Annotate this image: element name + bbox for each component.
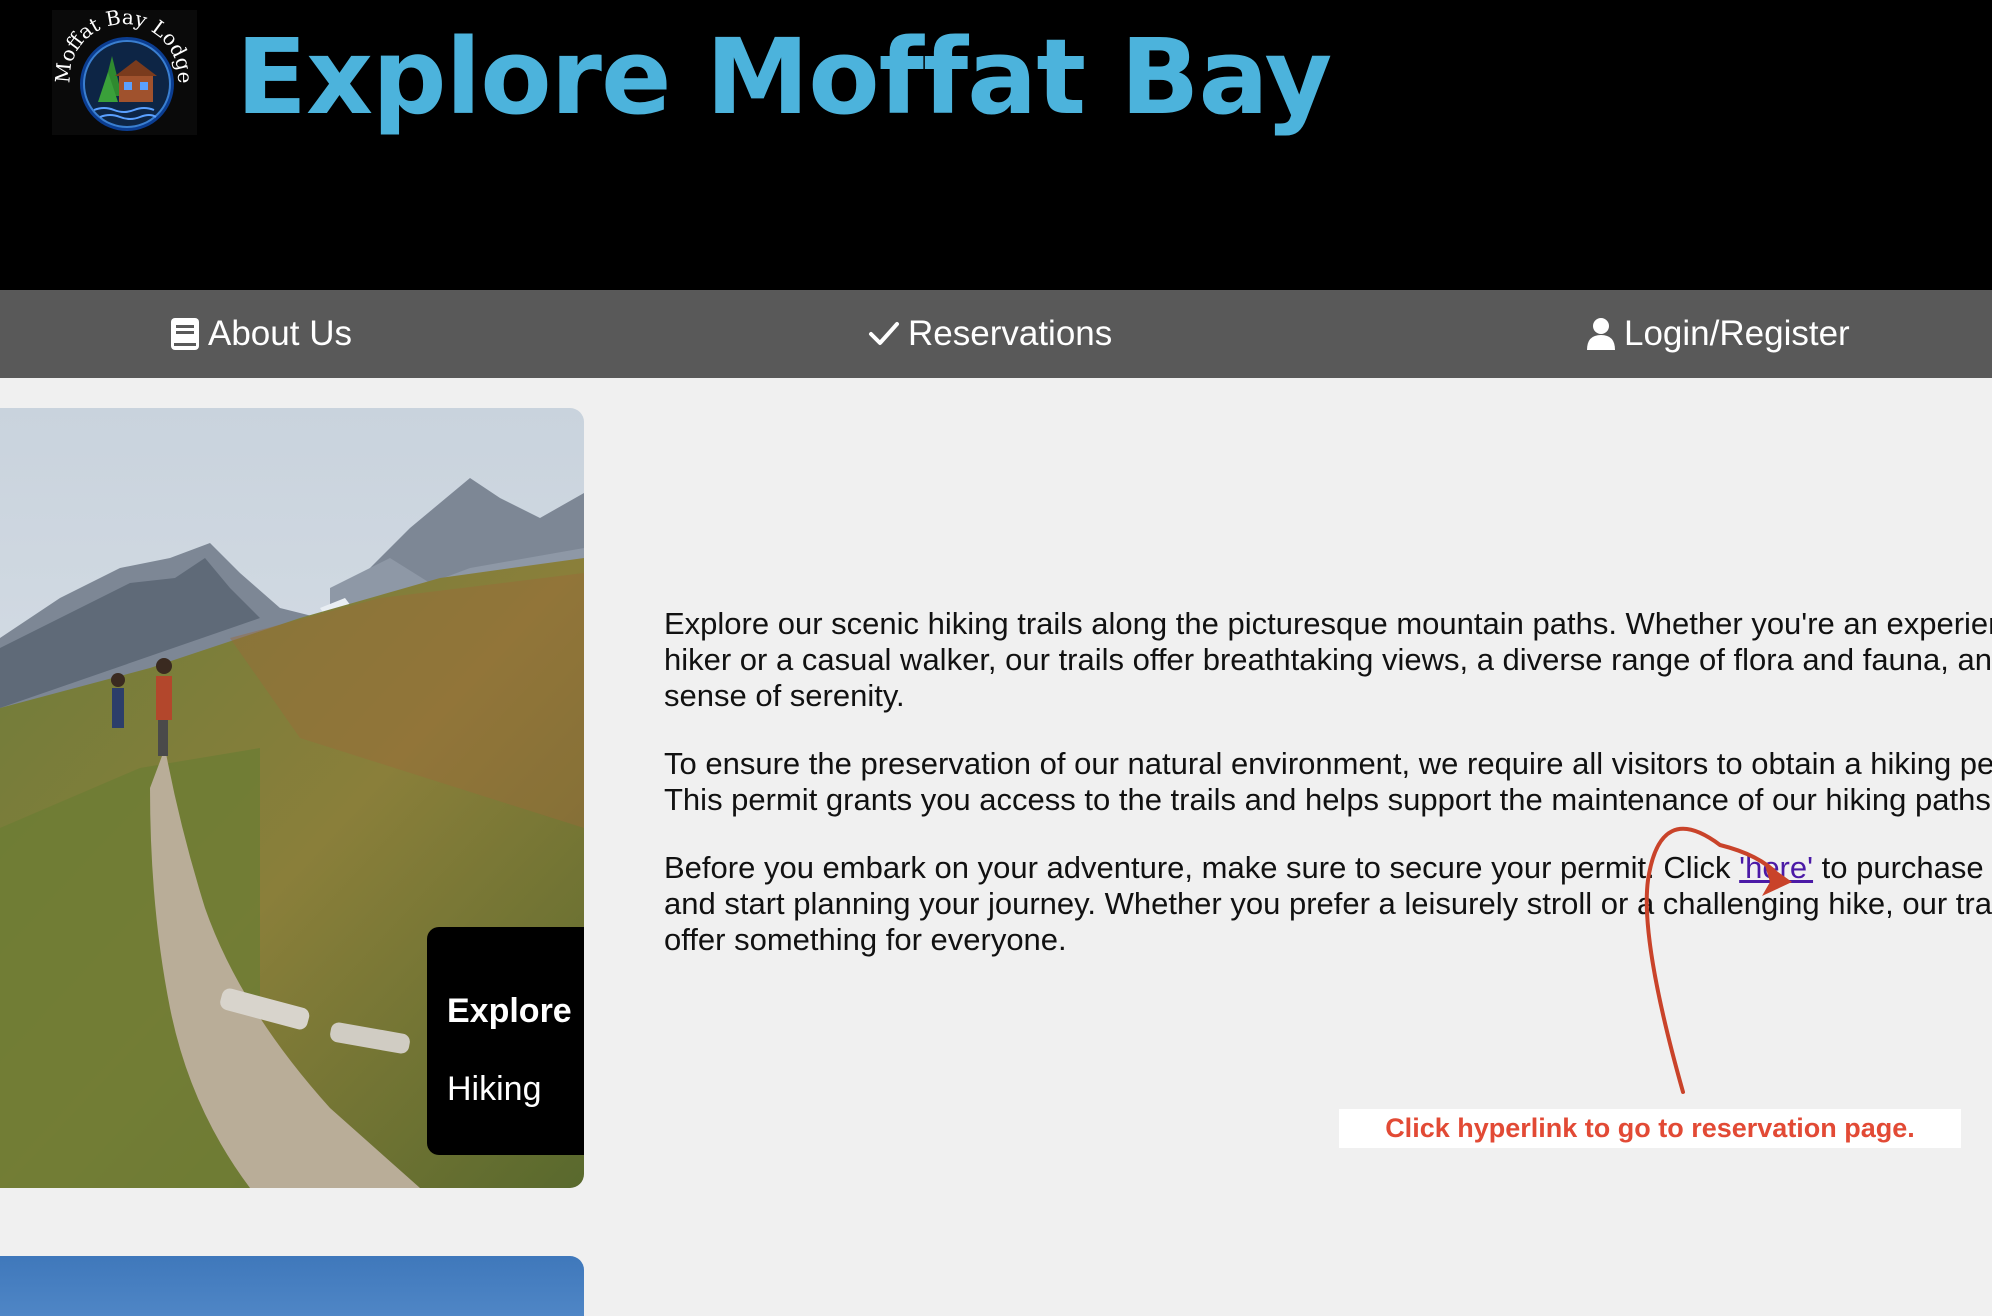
nav-label-reservations: Reservations [908,314,1113,353]
site-header: Moffat Bay Lodge Explore Moffat Bay [0,0,1992,290]
card-caption: Explore Hiking [427,927,584,1155]
main-navigation: About Us Reservations Login/Register [0,290,1992,378]
next-card[interactable] [0,1256,584,1316]
logo-image: Moffat Bay Lodge [52,10,197,131]
card-title: Explore [447,992,572,1030]
intro-paragraph: Explore our scenic hiking trails along t… [664,606,1992,713]
nav-label-login-register: Login/Register [1624,314,1850,353]
card-subtitle: Hiking [447,1070,542,1108]
reservation-paragraph: Before you embark on your adventure, mak… [664,850,1992,958]
user-icon [1587,318,1615,350]
nav-item-about-us[interactable]: About Us [170,290,352,378]
nav-item-reservations[interactable]: Reservations [868,290,1112,378]
checkmark-icon [869,322,899,345]
nav-item-login-register[interactable]: Login/Register [1586,290,1850,378]
lodge-logo[interactable]: Moffat Bay Lodge [52,10,197,135]
reservation-text-before: Before you embark on your adventure, mak… [664,850,1740,885]
here-link[interactable]: 'here' [1739,850,1813,885]
book-icon [171,318,199,350]
permit-paragraph: To ensure the preservation of our natura… [664,746,1992,817]
nav-label-about-us: About Us [208,314,352,353]
page-title: Explore Moffat Bay [236,16,1332,138]
hiking-card[interactable]: Explore Hiking [0,408,584,1188]
main-content: Explore our scenic hiking trails along t… [664,606,1992,990]
annotation-label: Click hyperlink to go to reservation pag… [1339,1109,1961,1148]
